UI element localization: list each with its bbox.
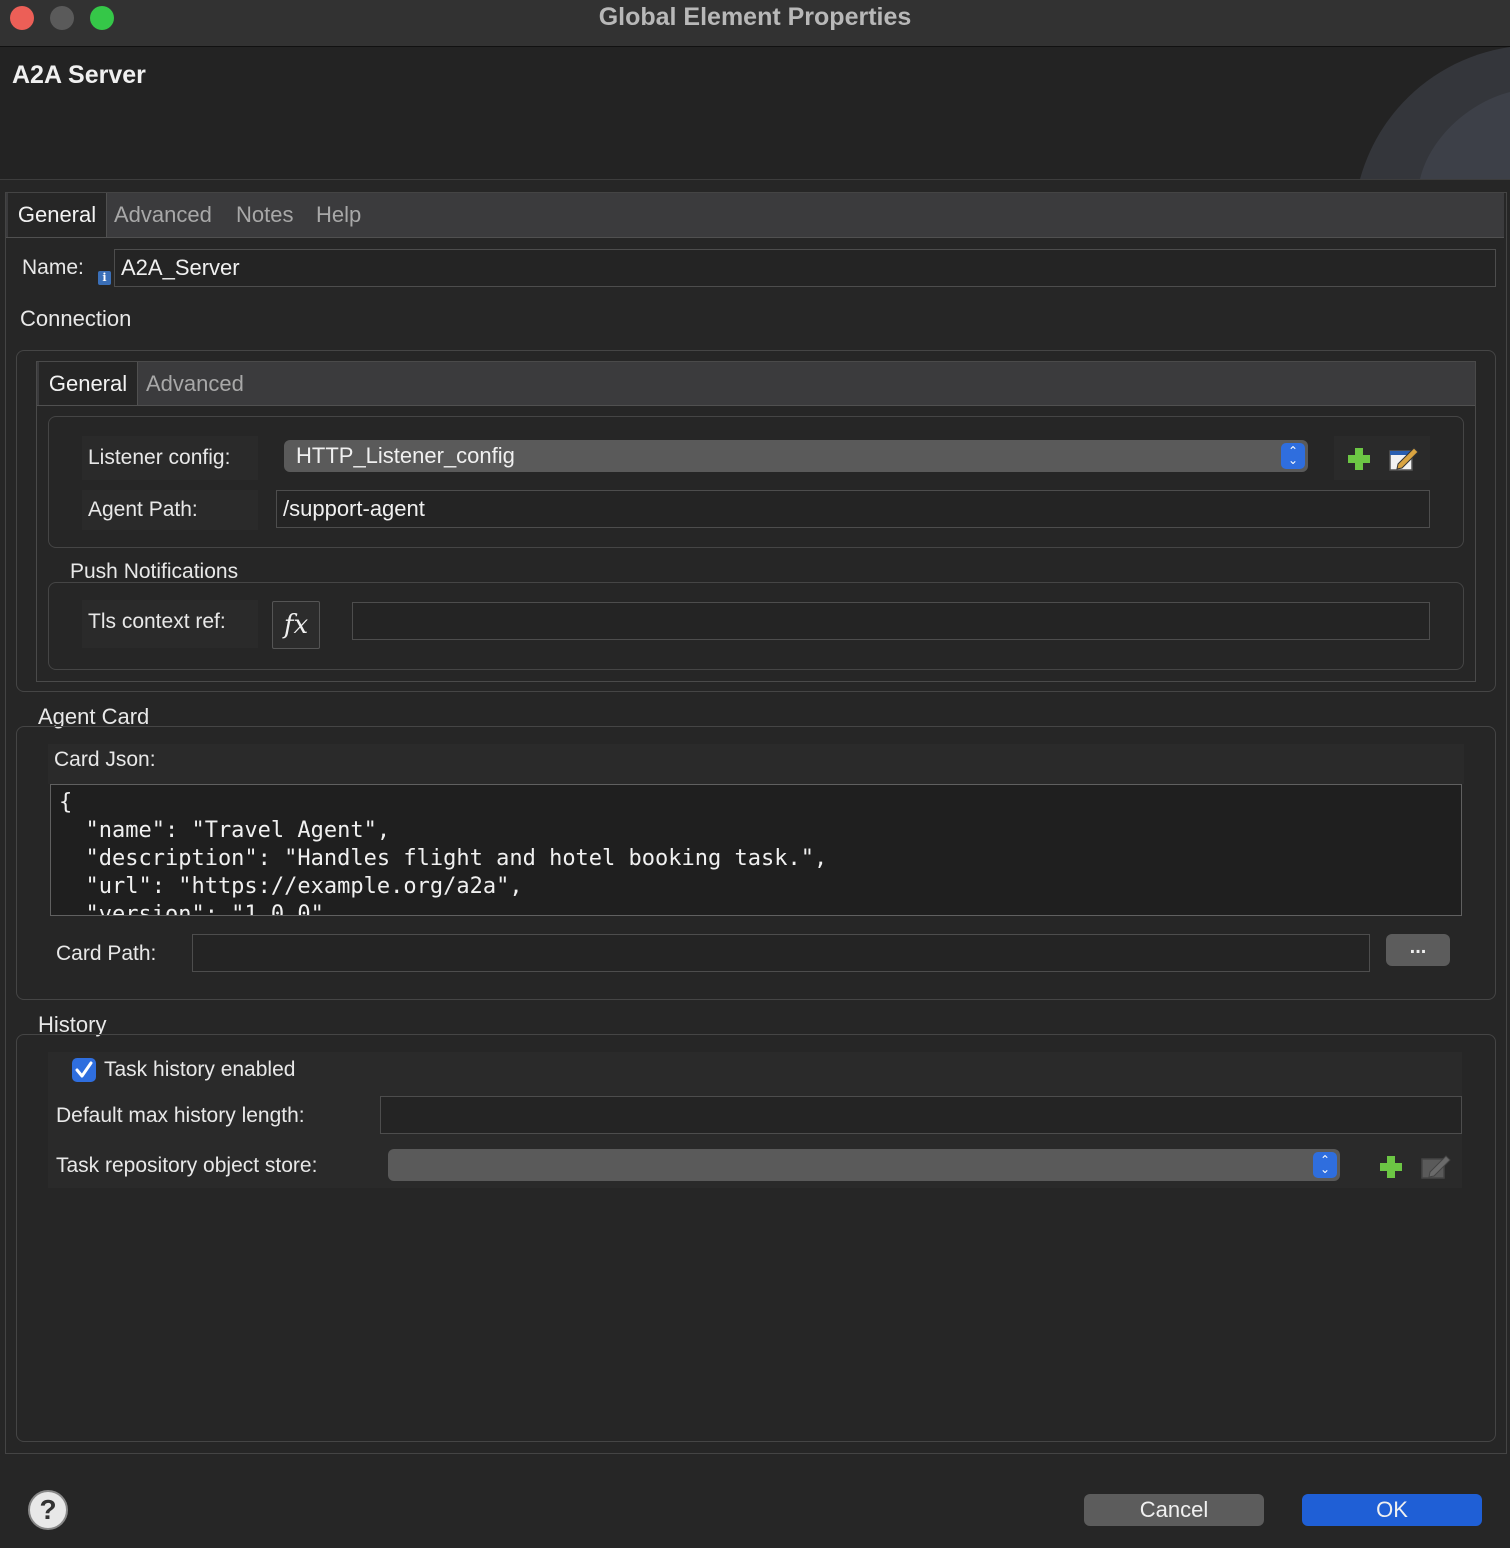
tab-general[interactable]: General [8,193,107,237]
help-icon[interactable]: ? [28,1490,68,1530]
edit-icon[interactable] [1388,444,1420,472]
header-banner: A2A Server [0,47,1510,180]
task-repository-label: Task repository object store: [56,1154,318,1177]
tls-context-ref-label: Tls context ref: [88,610,226,633]
card-path-browse-button[interactable]: ... [1386,934,1450,966]
listener-config-value: HTTP_Listener_config [296,443,515,468]
info-icon: i [98,271,111,285]
default-max-history-field[interactable] [380,1096,1462,1134]
card-path-label: Card Path: [56,942,157,965]
tab-advanced[interactable]: Advanced [114,193,212,237]
listener-config-select[interactable]: HTTP_Listener_config ⌃ ⌄ [284,440,1308,472]
add-icon[interactable] [1346,446,1372,472]
tab-help[interactable]: Help [316,193,361,237]
card-json-editor[interactable]: { "name": "Travel Agent", "description":… [50,784,1462,916]
window-title: Global Element Properties [598,3,912,31]
ok-button[interactable]: OK [1302,1494,1482,1526]
agent-path-label: Agent Path: [88,498,198,521]
title-bar: Global Element Properties [0,0,1510,47]
card-json-label: Card Json: [54,748,156,771]
tab-connection-general[interactable]: General [39,362,138,405]
select-arrows-icon: ⌃ ⌄ [1313,1152,1337,1178]
connection-tabbar: General Advanced [37,362,1475,406]
listener-config-label: Listener config: [88,446,231,469]
connection-title: Connection [20,306,132,331]
push-notifications-title: Push Notifications [70,560,239,583]
edit-icon [1421,1155,1451,1179]
tls-context-ref-field[interactable] [352,602,1430,640]
task-repository-select[interactable]: ⌃ ⌄ [388,1149,1340,1181]
add-icon[interactable] [1378,1154,1404,1180]
name-field[interactable]: A2A_Server [114,249,1496,287]
task-history-label: Task history enabled [104,1058,296,1081]
card-path-field[interactable] [192,934,1370,972]
tab-notes[interactable]: Notes [236,193,293,237]
agent-path-field[interactable]: /support-agent [276,490,1430,528]
cancel-button[interactable]: Cancel [1084,1494,1264,1526]
name-label: Name: [22,256,84,279]
main-tabbar: General Advanced Notes Help [6,193,1504,238]
tab-connection-advanced[interactable]: Advanced [146,362,244,405]
page-title: A2A Server [12,61,146,89]
connection-general-group [48,416,1464,548]
task-history-checkbox[interactable] [72,1058,96,1082]
select-arrows-icon: ⌃ ⌄ [1281,443,1305,469]
banner-decoration [1360,47,1510,179]
checkbox-check-icon [75,1061,93,1078]
function-icon[interactable]: fx [272,601,320,649]
default-max-history-label: Default max history length: [56,1104,305,1127]
